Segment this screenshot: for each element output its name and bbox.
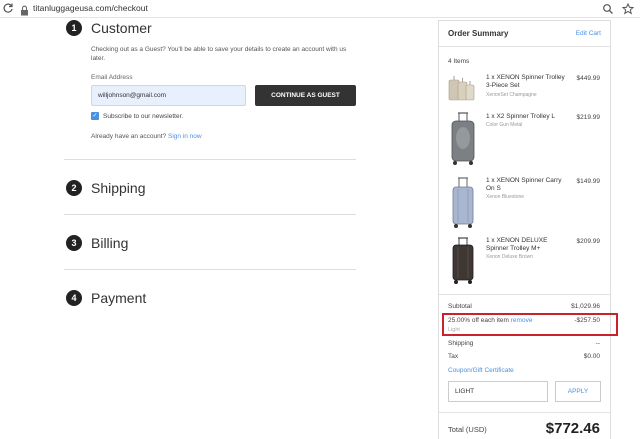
step-number-billing: 3	[66, 235, 82, 251]
tax-value: $0.00	[583, 353, 600, 360]
section-divider	[64, 159, 356, 160]
items-count: 4 Items	[448, 58, 470, 65]
item-variant: XenonSet Champagne	[486, 92, 537, 98]
step-title-customer: Customer	[91, 20, 152, 36]
coupon-gift-certificate-link[interactable]: Coupon/Gift Certificate	[448, 367, 514, 374]
summary-divider	[439, 46, 610, 47]
shipping-label: Shipping	[448, 340, 474, 347]
shipping-value: --	[595, 340, 600, 347]
section-divider	[64, 214, 356, 215]
discount-value: -$257.50	[574, 317, 600, 324]
subtotal-label: Subtotal	[448, 303, 472, 310]
summary-divider	[439, 412, 610, 413]
product-image-carry-on	[451, 177, 475, 234]
step-number-shipping: 2	[66, 180, 82, 196]
discount-code: Light	[448, 327, 460, 333]
tax-label: Tax	[448, 353, 459, 360]
total-value: $772.46	[545, 420, 600, 437]
bookmark-star-icon[interactable]	[621, 2, 635, 15]
item-name: 1 x XENON DELUXE Spinner Trolley M+	[486, 237, 548, 252]
sign-in-link[interactable]: Sign in now	[168, 133, 202, 140]
section-divider	[64, 269, 356, 270]
newsletter-checkbox[interactable]: ✓	[91, 112, 99, 120]
step-title-shipping[interactable]: Shipping	[91, 179, 146, 197]
subtotal-value: $1,029.96	[571, 303, 600, 310]
search-icon[interactable]	[602, 2, 614, 14]
summary-divider	[439, 294, 610, 295]
sign-in-prompt-text: Already have an account?	[91, 133, 167, 140]
step-number-customer: 1	[66, 20, 82, 36]
item-price: $149.99	[576, 178, 601, 185]
product-image-x2-trolley	[450, 112, 476, 171]
url-field[interactable]: titanluggageusa.com/checkout	[33, 3, 148, 14]
guest-checkout-text: Checking out as a Guest? You'll be able …	[91, 46, 347, 62]
discount-row: 25.00% off each item remove	[448, 317, 532, 324]
remove-discount-link[interactable]: remove	[511, 317, 533, 324]
lock-icon	[20, 3, 30, 16]
apply-coupon-button[interactable]: APPLY	[555, 381, 601, 402]
browser-address-bar: titanluggageusa.com/checkout	[0, 0, 640, 18]
item-variant: Xenon Deluxe Brown	[486, 254, 533, 260]
item-variant: Color Gun Metal	[486, 122, 523, 128]
reload-icon[interactable]	[2, 2, 14, 15]
product-image-3-piece-set	[448, 73, 478, 108]
item-variant: Xenon Bluestone	[486, 194, 525, 200]
edit-cart-link[interactable]: Edit Cart	[576, 30, 601, 37]
item-name: 1 x X2 Spinner Trolley L	[486, 113, 556, 120]
sign-in-prompt: Already have an account? Sign in now	[91, 133, 202, 140]
step-title-payment[interactable]: Payment	[91, 289, 146, 307]
coupon-code-input[interactable]: LIGHT	[448, 381, 548, 402]
order-summary-title: Order Summary	[448, 29, 509, 38]
total-label: Total (USD)	[448, 425, 487, 434]
address-bar-actions	[602, 2, 635, 15]
email-label: Email Address	[91, 74, 133, 81]
product-image-deluxe-trolley	[451, 237, 475, 290]
item-name: 1 x XENON Spinner Trolley 3-Piece Set	[486, 74, 565, 89]
continue-as-guest-button[interactable]: CONTINUE AS GUEST	[255, 85, 356, 106]
discount-label: 25.00% off each item	[448, 317, 509, 324]
item-price: $219.99	[576, 114, 601, 121]
newsletter-label: Subscribe to our newsletter.	[103, 113, 184, 120]
item-name: 1 x XENON Spinner Carry On S	[486, 177, 562, 192]
item-price: $209.99	[576, 238, 601, 245]
step-number-payment: 4	[66, 290, 82, 306]
item-price: $449.99	[576, 75, 601, 82]
step-title-billing[interactable]: Billing	[91, 234, 128, 252]
email-field[interactable]: willjohnson@gmail.com	[91, 85, 246, 106]
